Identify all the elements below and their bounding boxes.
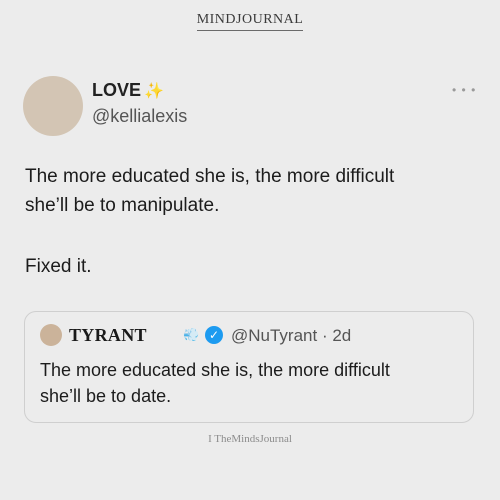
avatar[interactable] bbox=[23, 76, 83, 136]
quote-text-line: The more educated she is, the more diffi… bbox=[40, 360, 390, 380]
brand-underline bbox=[197, 30, 303, 31]
quoted-tweet-card[interactable]: TYRANT 💨 ✓ @NuTyrant · 2d The more educa… bbox=[24, 311, 474, 423]
tweet-text-line: The more educated she is, the more diffi… bbox=[25, 166, 395, 187]
brand-logo: MINDJOURNAL bbox=[196, 12, 304, 27]
quote-text: The more educated she is, the more diffi… bbox=[40, 357, 465, 409]
tweet-text-line: she’ll be to manipulate. bbox=[25, 195, 220, 216]
user-handle[interactable]: @kellialexis bbox=[92, 106, 187, 127]
display-name-text[interactable]: LOVE bbox=[92, 80, 141, 100]
quote-avatar[interactable] bbox=[40, 324, 62, 346]
tweet-text: The more educated she is, the more diffi… bbox=[25, 162, 475, 220]
tweet-reply-line: Fixed it. bbox=[25, 256, 92, 277]
dash-icon: 💨 bbox=[183, 327, 200, 342]
sparkles-icon: ✨ bbox=[144, 83, 164, 100]
quote-handle-meta[interactable]: @NuTyrant · 2d bbox=[231, 326, 351, 346]
more-options-icon[interactable]: • • • bbox=[452, 83, 476, 97]
quote-text-line: she’ll be to date. bbox=[40, 386, 172, 406]
watermark: I TheMindsJournal bbox=[208, 433, 292, 445]
display-name[interactable]: LOVE ✨ bbox=[92, 80, 164, 101]
quote-display-name[interactable]: TYRANT bbox=[69, 325, 147, 346]
verified-badge-icon: ✓ bbox=[205, 326, 223, 344]
